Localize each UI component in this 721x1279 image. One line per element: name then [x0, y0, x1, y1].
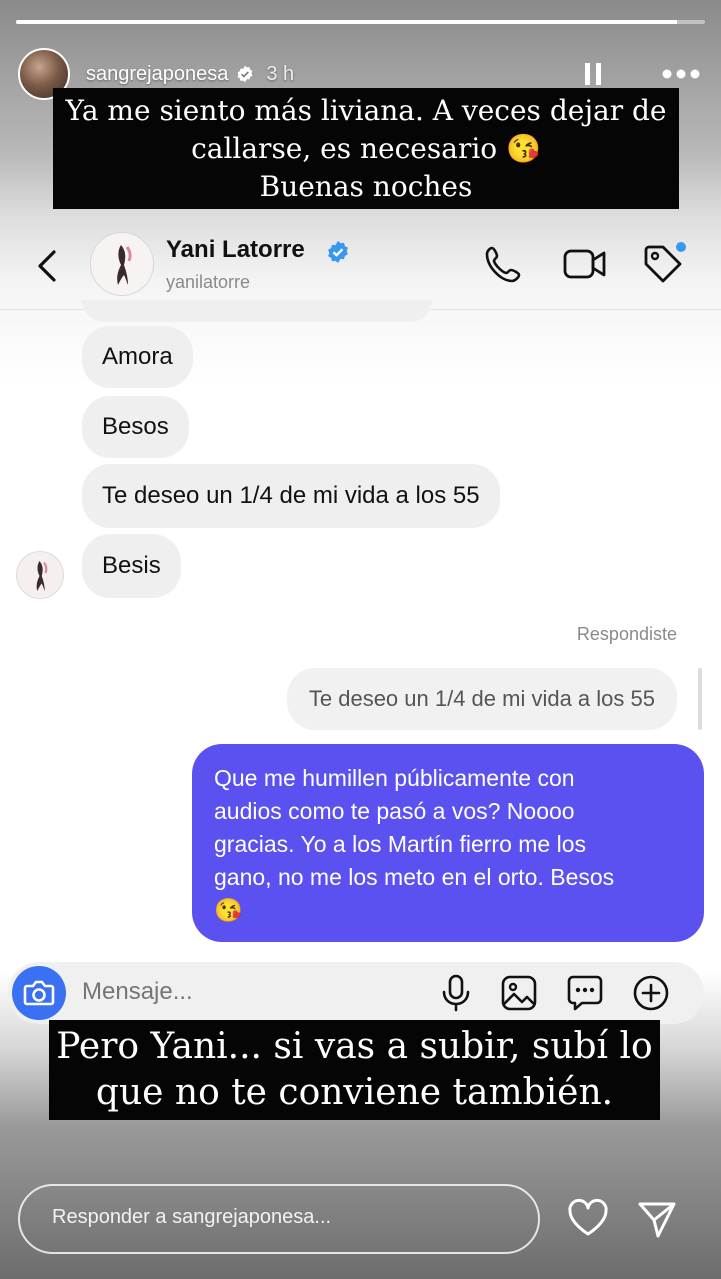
message-input[interactable] [82, 978, 382, 1006]
heart-icon[interactable] [566, 1198, 610, 1238]
verified-icon [328, 241, 348, 263]
story-reply-input[interactable] [52, 1206, 512, 1229]
sent-message[interactable]: Que me humillen públicamente con audios … [192, 744, 704, 942]
mic-icon[interactable] [440, 974, 472, 1012]
quoted-message[interactable]: Te deseo un 1/4 de mi vida a los 55 [286, 668, 677, 730]
sent-message-line: audios como te pasó a vos? Noooo [214, 798, 575, 824]
plus-icon[interactable] [632, 974, 670, 1012]
notification-dot [676, 242, 686, 252]
story-username[interactable]: sangrejaponesa [86, 63, 228, 86]
sent-message-line: Que me humillen públicamente con [214, 765, 575, 791]
dm-contact-handle: yanilatorre [166, 272, 251, 292]
story-view: sangrejaponesa 3 h Yani Latorre yanilato… [0, 0, 721, 1279]
quote-indicator [698, 668, 702, 730]
sender-avatar[interactable] [16, 551, 64, 599]
story-caption-bottom: Pero Yani... si vas a subir, subí lo que… [49, 1020, 660, 1120]
back-icon[interactable] [32, 248, 62, 284]
caption-line: Ya me siento más liviana. A veces dejar … [65, 94, 667, 127]
caption-line: Buenas noches [259, 170, 473, 203]
story-progress-bar [16, 20, 705, 24]
received-message[interactable]: Besis [82, 534, 181, 598]
verified-icon [237, 65, 253, 83]
send-icon[interactable] [636, 1198, 678, 1240]
caption-line: Pero Yani... si vas a subir, subí lo [56, 1026, 653, 1067]
video-icon[interactable] [562, 246, 608, 282]
gallery-icon[interactable] [500, 974, 538, 1012]
caption-line: callarse, es necesario 😘 [191, 132, 541, 165]
received-message[interactable]: Te deseo un 1/4 de mi vida a los 55 [82, 464, 500, 528]
tag-icon[interactable] [640, 242, 686, 286]
story-time: 3 h [266, 62, 295, 85]
sent-message-line: gano, no me los meto en el orto. Besos [214, 864, 615, 890]
sent-message-line: 😘 [214, 897, 243, 923]
pause-icon[interactable] [583, 62, 603, 86]
story-progress-fill [16, 20, 678, 24]
more-icon[interactable] [661, 68, 701, 80]
camera-icon [23, 980, 55, 1006]
replied-label: Respondiste [576, 624, 677, 644]
story-caption-top: Ya me siento más liviana. A veces dejar … [53, 88, 679, 209]
call-icon[interactable] [484, 244, 524, 284]
dm-avatar[interactable] [90, 232, 154, 296]
profile-silhouette-icon [36, 561, 48, 591]
profile-silhouette-icon [117, 245, 132, 285]
dm-contact-name: Yani Latorre [166, 236, 305, 263]
sent-message-line: gracias. Yo a los Martín fierro me los [214, 831, 586, 857]
caption-line: que no te conviene también. [95, 1072, 614, 1113]
received-message[interactable]: Amora [82, 326, 193, 388]
received-message[interactable]: Besos [82, 396, 189, 458]
camera-button[interactable] [12, 966, 66, 1020]
sticker-icon[interactable] [566, 974, 604, 1012]
previous-message-stub [82, 300, 432, 322]
